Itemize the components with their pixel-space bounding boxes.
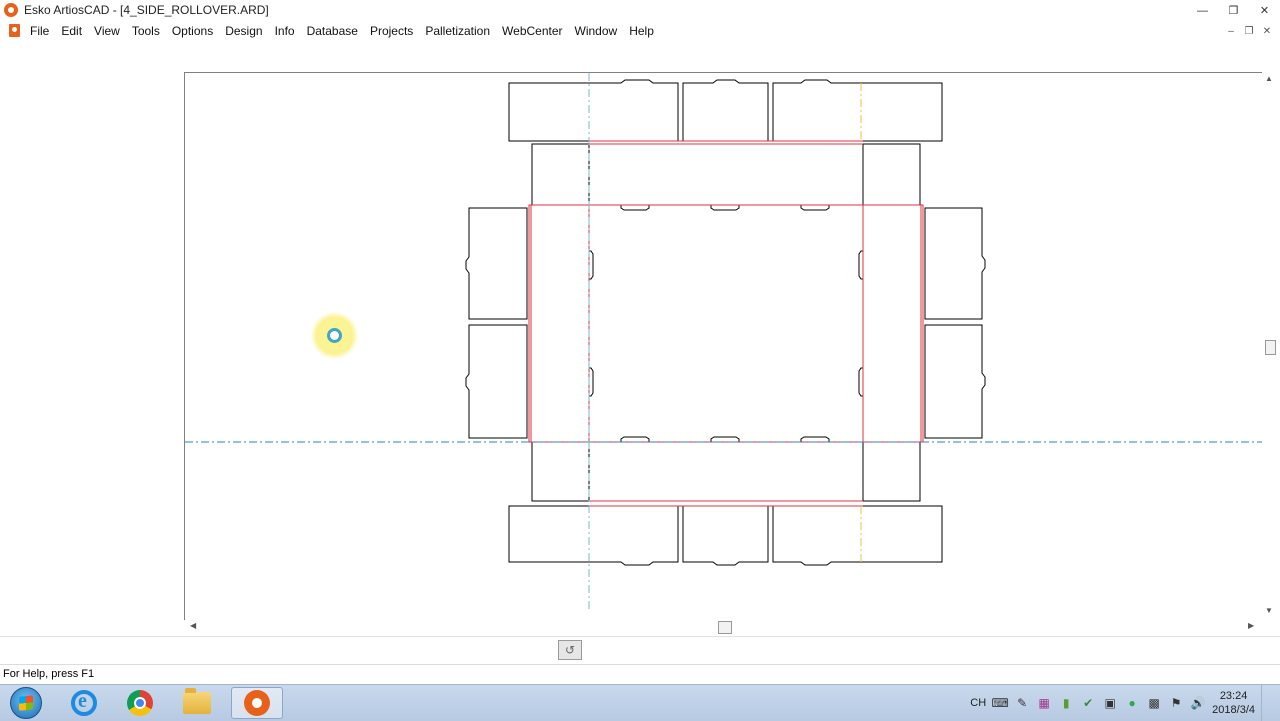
pen-icon[interactable]: ✎: [1014, 695, 1030, 711]
horizontal-scroll-thumb[interactable]: [718, 621, 732, 634]
show-desktop-button[interactable]: [1261, 685, 1272, 721]
menu-view[interactable]: View: [88, 21, 126, 41]
taskbar-file-explorer[interactable]: [171, 687, 223, 719]
windows-start-icon: [10, 687, 42, 719]
workspace-margin: [0, 41, 184, 635]
language-indicator[interactable]: CH: [970, 697, 986, 709]
menu-help[interactable]: Help: [623, 21, 660, 41]
vertical-scrollbar[interactable]: ▲ ▼: [1262, 72, 1278, 620]
menu-bar: File Edit View Tools Options Design Info…: [0, 21, 1280, 41]
battery-icon[interactable]: ▮: [1058, 695, 1074, 711]
taskbar-artioscad[interactable]: [231, 687, 283, 719]
minimize-button[interactable]: —: [1187, 0, 1218, 21]
undo-icon: ↺: [564, 643, 576, 657]
menu-file[interactable]: File: [24, 21, 55, 41]
menu-design[interactable]: Design: [219, 21, 268, 41]
status-bar: For Help, press F1: [0, 664, 1280, 685]
menu-info[interactable]: Info: [269, 21, 301, 41]
menu-options[interactable]: Options: [166, 21, 219, 41]
vertical-scroll-thumb[interactable]: [1265, 340, 1276, 355]
system-tray: CH ⌨ ✎ ▦ ▮ ✔ ▣ ● ▩ ⚑ 🔊 23:24 2018/3/4: [970, 685, 1272, 721]
menu-webcenter[interactable]: WebCenter: [496, 21, 568, 41]
start-button[interactable]: [0, 687, 52, 719]
display-icon[interactable]: ▩: [1146, 695, 1162, 711]
taskbar: CH ⌨ ✎ ▦ ▮ ✔ ▣ ● ▩ ⚑ 🔊 23:24 2018/3/4: [0, 684, 1280, 721]
doc-restore-button[interactable]: ❐: [1240, 23, 1258, 39]
scroll-right-icon[interactable]: ▶: [1248, 621, 1254, 630]
window-controls: — ❐ ✕: [1187, 0, 1280, 21]
menu-database[interactable]: Database: [301, 21, 364, 41]
doc-close-button[interactable]: ✕: [1258, 23, 1276, 39]
menu-palletization[interactable]: Palletization: [419, 21, 496, 41]
horizontal-scrollbar[interactable]: ◀ ▶: [184, 620, 1262, 635]
folder-icon: [183, 688, 211, 714]
cut-lines: [465, 79, 986, 566]
busy-cursor-icon: [327, 328, 342, 343]
menu-edit[interactable]: Edit: [55, 21, 88, 41]
close-button[interactable]: ✕: [1249, 0, 1280, 21]
toolbar-strip: [0, 636, 1280, 665]
scroll-up-icon[interactable]: ▲: [1265, 74, 1273, 83]
cursor-highlight: [311, 312, 358, 359]
document-icon[interactable]: [9, 24, 20, 37]
flag-icon[interactable]: ⚑: [1168, 695, 1184, 711]
shield-icon[interactable]: ✔: [1080, 695, 1096, 711]
scroll-left-icon[interactable]: ◀: [190, 621, 196, 630]
window-title: Esko ArtiosCAD - [4_SIDE_ROLLOVER.ARD]: [24, 3, 269, 17]
sync-icon[interactable]: ●: [1124, 695, 1140, 711]
crease-lines: [528, 140, 924, 507]
network-tray-icon[interactable]: ▣: [1102, 695, 1118, 711]
taskbar-internet-explorer[interactable]: [58, 687, 110, 719]
app-tray-icon[interactable]: ▦: [1036, 695, 1052, 711]
scroll-down-icon[interactable]: ▼: [1265, 606, 1273, 615]
doc-minimize-button[interactable]: –: [1222, 23, 1240, 39]
artioscad-icon: [244, 690, 270, 716]
clock-time: 23:24: [1219, 690, 1248, 702]
chrome-icon: [127, 690, 153, 716]
status-text: For Help, press F1: [3, 668, 95, 680]
restore-button[interactable]: ❐: [1218, 0, 1249, 21]
artioscad-app-icon[interactable]: [4, 3, 18, 17]
undo-button[interactable]: ↺: [558, 640, 582, 660]
menu-projects[interactable]: Projects: [364, 21, 419, 41]
keyboard-icon[interactable]: ⌨: [992, 695, 1009, 711]
menu-window[interactable]: Window: [569, 21, 624, 41]
menu-tools[interactable]: Tools: [126, 21, 166, 41]
taskbar-chrome[interactable]: [114, 687, 166, 719]
title-bar: Esko ArtiosCAD - [4_SIDE_ROLLOVER.ARD] —…: [0, 0, 1280, 22]
volume-icon[interactable]: 🔊: [1190, 695, 1206, 711]
clock-date: 2018/3/4: [1212, 704, 1255, 716]
ie-icon: [71, 690, 97, 716]
clock[interactable]: 23:24 2018/3/4: [1212, 689, 1255, 717]
document-window-controls: – ❐ ✕: [1222, 23, 1276, 39]
